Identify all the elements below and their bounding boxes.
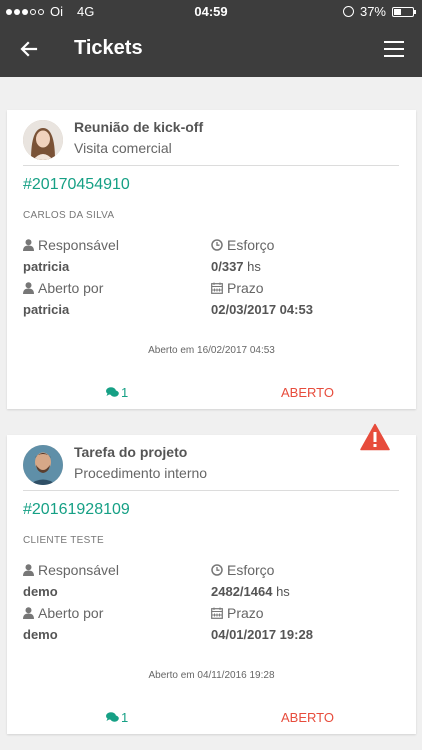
effort-label-text: Esforço: [227, 562, 275, 578]
opened-date: Aberto em 16/02/2017 04:53: [148, 345, 275, 356]
comments-number: 1: [121, 710, 129, 725]
deadline-label: Prazo: [211, 605, 264, 621]
effort-value: 0/337 hs: [211, 259, 261, 274]
opened-by-label: Aberto por: [23, 605, 103, 621]
responsible-value: patricia: [23, 259, 70, 274]
deadline-label-text: Prazo: [227, 280, 264, 296]
opened-by-value: demo: [23, 627, 58, 642]
status-badge: ABERTO: [281, 710, 334, 725]
user-icon: [23, 564, 34, 576]
status-bar: Oi 4G 04:59 37%: [0, 0, 422, 22]
status-badge: ABERTO: [281, 385, 334, 400]
effort-label: Esforço: [211, 237, 274, 253]
comments-icon: [106, 712, 119, 722]
deadline-label-text: Prazo: [227, 605, 264, 621]
avatar: [23, 120, 63, 160]
deadline-label: Prazo: [211, 280, 264, 296]
deadline-value: 02/03/2017 04:53: [211, 302, 313, 317]
opened-by-value: patricia: [23, 302, 70, 317]
effort-unit: hs: [276, 584, 290, 599]
effort-number: 0/337: [211, 259, 244, 274]
responsible-label-text: Responsável: [38, 562, 119, 578]
clock-icon: [211, 564, 223, 576]
comments-icon: [106, 387, 119, 397]
client-name: CARLOS DA SILVA: [23, 210, 115, 221]
app-bar: Tickets: [0, 22, 422, 77]
battery-percent: 37%: [359, 4, 386, 19]
deadline-value: 04/01/2017 19:28: [211, 627, 313, 642]
effort-number: 2482/1464: [211, 584, 273, 599]
effort-label: Esforço: [211, 562, 274, 578]
ticket-title: Tarefa do projeto: [74, 444, 188, 460]
ticket-card[interactable]: Reunião de kick-off Visita comercial #20…: [7, 110, 416, 409]
responsible-value: demo: [23, 584, 58, 599]
responsible-label-text: Responsável: [38, 237, 119, 253]
alarm-icon: [342, 6, 354, 17]
effort-unit: hs: [247, 259, 261, 274]
status-right: 37%: [342, 4, 416, 19]
avatar: [23, 445, 63, 485]
comments-number: 1: [121, 385, 129, 400]
comments-count[interactable]: 1: [106, 385, 128, 400]
user-icon: [23, 607, 34, 619]
clock-icon: [211, 239, 223, 251]
calendar-icon: [211, 282, 223, 294]
arrow-left-icon[interactable]: [16, 36, 42, 62]
ticket-subtitle: Visita comercial: [74, 140, 172, 156]
ticket-card[interactable]: Tarefa do projeto Procedimento interno #…: [7, 435, 416, 734]
opened-by-label: Aberto por: [23, 280, 103, 296]
responsible-label: Responsável: [23, 562, 119, 578]
divider: [23, 165, 399, 166]
user-icon: [23, 282, 34, 294]
divider: [23, 490, 399, 491]
opened-by-label-text: Aberto por: [38, 280, 104, 296]
ticket-subtitle: Procedimento interno: [74, 465, 208, 481]
battery-icon: [392, 6, 416, 17]
ticket-title: Reunião de kick-off: [74, 119, 204, 135]
opened-by-label-text: Aberto por: [38, 605, 104, 621]
hamburger-menu-icon[interactable]: [384, 41, 404, 57]
ticket-number[interactable]: #20170454910: [23, 176, 130, 194]
opened-date: Aberto em 04/11/2016 19:28: [148, 670, 275, 681]
responsible-label: Responsável: [23, 237, 119, 253]
page-title: Tickets: [74, 37, 143, 59]
ticket-number[interactable]: #20161928109: [23, 501, 130, 519]
user-icon: [23, 239, 34, 251]
effort-label-text: Esforço: [227, 237, 275, 253]
effort-value: 2482/1464 hs: [211, 584, 290, 599]
comments-count[interactable]: 1: [106, 710, 128, 725]
warning-icon: [360, 423, 390, 451]
client-name: CLIENTE TESTE: [23, 535, 104, 546]
calendar-icon: [211, 607, 223, 619]
